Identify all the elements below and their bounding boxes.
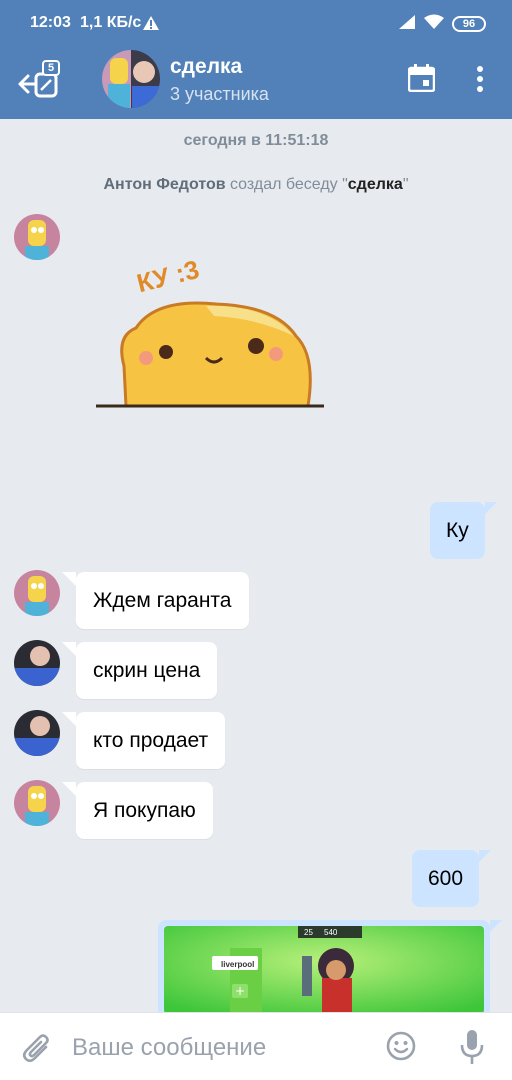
more-options-icon[interactable] [470,64,490,94]
game-screenshot[interactable]: liverpool + 25 540 [164,926,484,1014]
service-chat-name: сделка [347,176,403,193]
status-bar: 12:03 1,1 КБ/с 96 [0,0,512,46]
top-bar: 12:03 1,1 КБ/с 96 5 сделка 3 участника [0,0,512,119]
simpson-avatar[interactable] [14,214,60,260]
wifi-icon [424,14,444,29]
sticker-message[interactable]: КУ :3 [96,246,326,416]
chat-members-count[interactable]: 3 участника [170,84,269,105]
warning-icon [143,16,159,30]
emoji-icon[interactable] [386,1031,416,1061]
battery-indicator: 96 [452,16,486,32]
game-stat-level: 25 [304,928,313,937]
svg-text:+: + [235,984,245,998]
attach-icon[interactable] [22,1033,54,1065]
message-bubble-out[interactable]: Ку [430,502,497,559]
service-action: создал беседу " [225,176,348,193]
message-bubble-in[interactable]: Ждем гаранта [62,572,249,629]
message-bubble-in[interactable]: скрин цена [61,642,218,699]
chat-title: сделка [170,55,243,78]
simpson-avatar[interactable] [14,780,60,826]
microphone-icon[interactable] [460,1029,484,1065]
service-tail: " [402,176,409,193]
status-network-speed: 1,1 КБ/с [80,14,142,31]
game-player-label: liverpool [221,960,254,969]
calendar-icon[interactable] [408,64,435,92]
chat-avatar[interactable] [102,50,160,108]
service-author[interactable]: Антон Федотов [104,176,226,193]
cell-signal-icon [399,15,415,29]
sticker-caption: КУ :3 [134,254,202,298]
message-input[interactable] [72,1029,372,1067]
game-stat-trophies: 540 [324,928,338,937]
message-bubble-in[interactable]: кто продает [61,712,226,769]
image-message[interactable]: liverpool + 25 540 [158,920,502,1020]
simpson-avatar[interactable] [14,570,60,616]
unread-count-badge: 5 [42,60,60,76]
service-message: Антон Федотов создал беседу "сделка" [0,176,512,194]
message-bubble-in[interactable]: Я покупаю [62,782,213,839]
message-composer [0,1012,512,1080]
message-bubble-out[interactable]: 600 [412,850,492,907]
date-separator: сегодня в 11:51:18 [183,132,329,149]
status-time: 12:03 [30,14,71,31]
girl-avatar[interactable] [14,710,60,756]
girl-avatar[interactable] [14,640,60,686]
